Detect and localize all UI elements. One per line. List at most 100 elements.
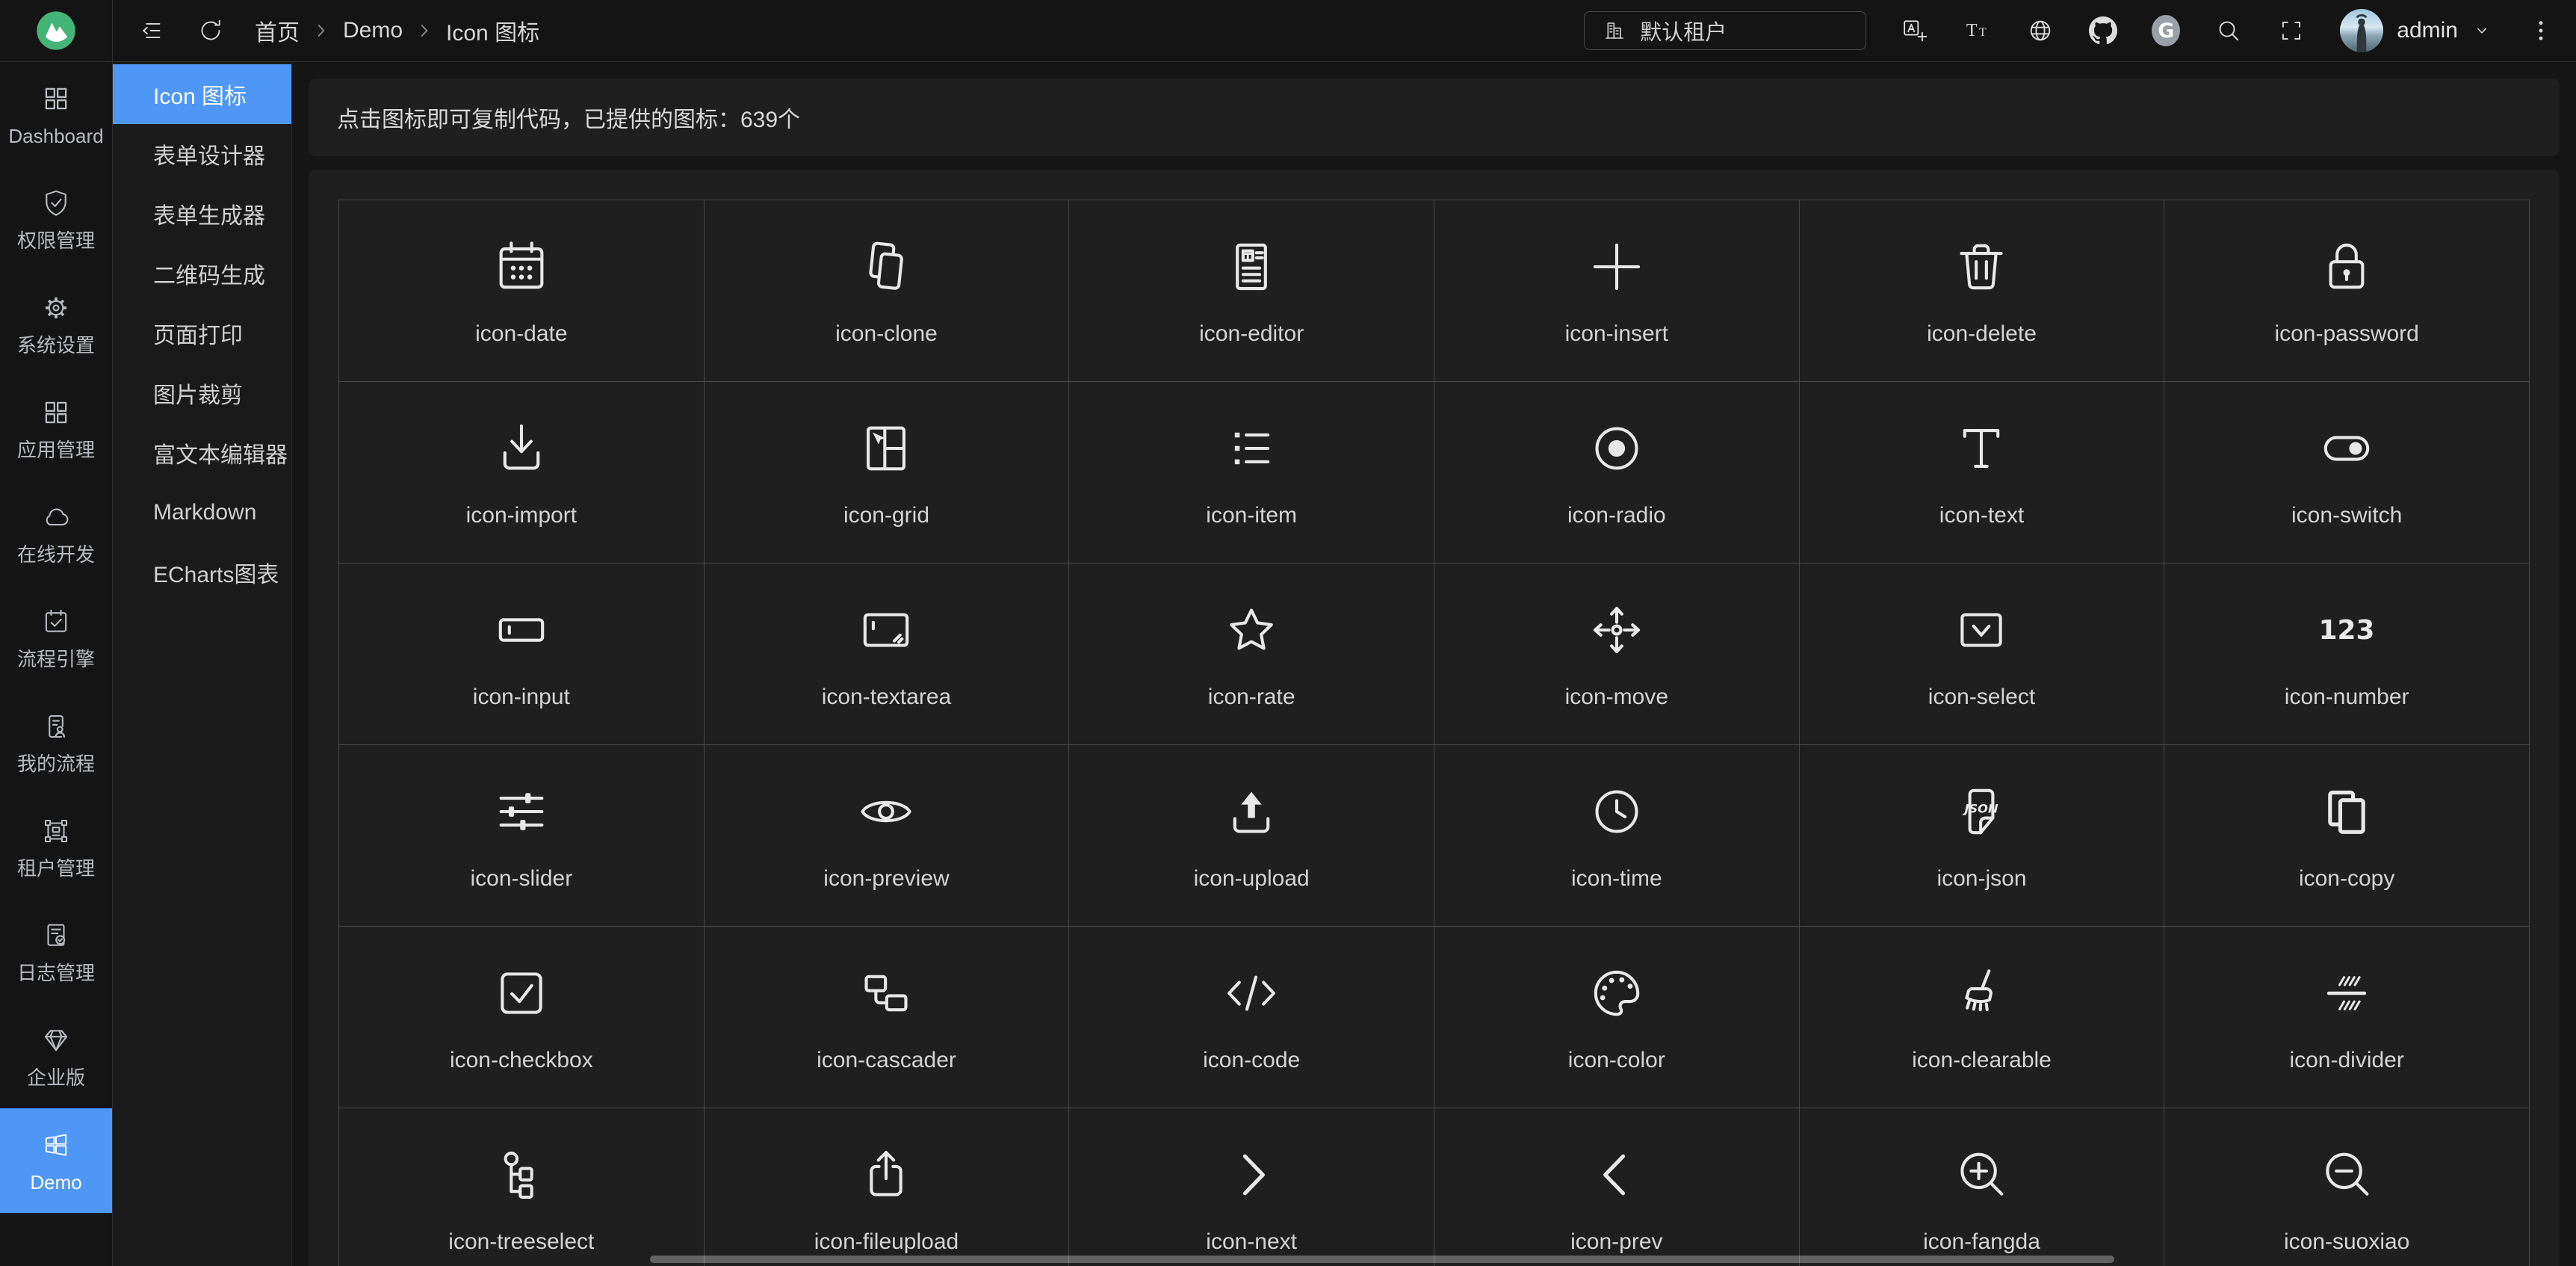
app-logo[interactable]	[0, 0, 112, 62]
icon-cell-icon-clone[interactable]: icon-clone	[705, 200, 1070, 382]
submenu-item-label: 表单生成器	[153, 197, 265, 230]
icon-cell-icon-suoxiao[interactable]: icon-suoxiao	[2164, 1108, 2530, 1266]
icon-cell-icon-radio[interactable]: icon-radio	[1434, 382, 1800, 563]
sidebar-item-my-workflow[interactable]: 我的流程	[0, 690, 112, 794]
icon-cell-icon-slider[interactable]: icon-slider	[339, 745, 705, 927]
icon-cell-icon-json[interactable]: JSONicon-json	[1800, 745, 2165, 927]
icon-cell-icon-divider[interactable]: icon-divider	[2164, 927, 2530, 1108]
icon-cell-label: icon-copy	[2299, 868, 2394, 890]
submenu-item-label: ECharts图表	[153, 556, 279, 589]
icon-cell-icon-time[interactable]: icon-time	[1434, 745, 1800, 927]
icon-cell-icon-move[interactable]: icon-move	[1434, 563, 1800, 745]
search-icon[interactable]	[2214, 16, 2243, 45]
submenu-item-label: 图片裁剪	[153, 377, 243, 410]
sidebar-item-demo[interactable]: Demo	[0, 1108, 112, 1213]
icon-cell-icon-cascader[interactable]: icon-cascader	[705, 927, 1070, 1108]
sidebar-item-permissions[interactable]: 权限管理	[0, 167, 112, 271]
svg-text:JSON: JSON	[1963, 802, 1999, 816]
icon-cell-icon-number[interactable]: 123icon-number	[2164, 563, 2530, 745]
icon-cell-icon-grid[interactable]: icon-grid	[705, 382, 1070, 563]
avatar	[2340, 9, 2383, 52]
icon-cell-icon-copy[interactable]: icon-copy	[2164, 745, 2530, 927]
icon-cell-icon-prev[interactable]: icon-prev	[1434, 1108, 1800, 1266]
icon-cell-icon-next[interactable]: icon-next	[1069, 1108, 1434, 1266]
breadcrumb-separator-icon	[415, 21, 434, 40]
horizontal-scrollbar-thumb[interactable]	[650, 1256, 2114, 1263]
user-menu[interactable]: admin	[2340, 9, 2492, 52]
fileupload-icon	[855, 1144, 917, 1205]
icon-cell-icon-color[interactable]: icon-color	[1434, 927, 1800, 1108]
editor-icon	[1221, 236, 1282, 297]
delete-icon	[1951, 236, 2012, 297]
icon-cell-icon-item[interactable]: icon-item	[1069, 382, 1434, 563]
breadcrumb-item[interactable]: Demo	[343, 18, 403, 43]
icon-cell-icon-checkbox[interactable]: icon-checkbox	[339, 927, 705, 1108]
refresh-icon[interactable]	[196, 16, 225, 45]
icon-cell-icon-import[interactable]: icon-import	[339, 382, 705, 563]
gitee-icon[interactable]: G	[2152, 16, 2180, 45]
sidebar-item-label: 权限管理	[17, 231, 95, 250]
icon-cell-label: icon-delete	[1927, 323, 2037, 345]
submenu-item-echarts[interactable]: ECharts图表	[113, 543, 291, 602]
icon-cell-icon-textarea[interactable]: icon-textarea	[705, 563, 1070, 745]
submenu-item-page-print[interactable]: 页面打印	[113, 303, 291, 363]
submenu-item-form-generator[interactable]: 表单生成器	[113, 184, 291, 244]
icon-cell-icon-date[interactable]: icon-date	[339, 200, 705, 382]
svg-text:T: T	[1979, 26, 1987, 39]
icon-cell-icon-text[interactable]: icon-text	[1800, 382, 2165, 563]
sidebar-item-log-management[interactable]: 日志管理	[0, 899, 112, 1004]
json-icon: JSON	[1951, 781, 2012, 842]
language-globe-icon[interactable]	[2026, 16, 2055, 45]
document-check-icon	[40, 920, 72, 951]
icon-cell-label: icon-input	[473, 686, 570, 708]
icon-cell-label: icon-date	[475, 323, 567, 345]
icon-cell-icon-upload[interactable]: icon-upload	[1069, 745, 1434, 927]
code-icon	[1221, 963, 1282, 1024]
icon-cell-icon-treeselect[interactable]: icon-treeselect	[339, 1108, 705, 1266]
sidebar-item-system-settings[interactable]: 系统设置	[0, 271, 112, 376]
more-menu-icon[interactable]	[2527, 16, 2555, 45]
logo-icon	[35, 10, 77, 52]
github-icon[interactable]	[2089, 16, 2117, 45]
tenant-select[interactable]: 默认租户	[1584, 11, 1866, 50]
icon-cell-icon-editor[interactable]: icon-editor	[1069, 200, 1434, 382]
sidebar-item-app-management[interactable]: 应用管理	[0, 376, 112, 481]
submenu-item-rich-text-editor[interactable]: 富文本编辑器	[113, 423, 291, 483]
submenu-item-label: Icon 图标	[153, 78, 247, 111]
submenu-item-image-crop[interactable]: 图片裁剪	[113, 363, 291, 423]
sidebar-item-dashboard[interactable]: Dashboard	[0, 62, 112, 167]
translate-icon[interactable]	[1901, 16, 1929, 45]
icon-cell-icon-preview[interactable]: icon-preview	[705, 745, 1070, 927]
font-size-icon[interactable]: TT	[1963, 16, 1992, 45]
breadcrumb-item[interactable]: Icon 图标	[446, 14, 539, 47]
icon-cell-icon-fangda[interactable]: icon-fangda	[1800, 1108, 2165, 1266]
svg-text:123: 123	[2319, 615, 2375, 646]
icon-cell-icon-password[interactable]: icon-password	[2164, 200, 2530, 382]
sidebar-item-tenant-management[interactable]: 租户管理	[0, 794, 112, 899]
icon-cell-label: icon-divider	[2289, 1049, 2403, 1072]
icon-cell-icon-insert[interactable]: icon-insert	[1434, 200, 1800, 382]
app-root: Dashboard 权限管理系统设置应用管理在线开发流程引擎我的流程租户管理日志管…	[0, 0, 2576, 1266]
icon-cell-icon-switch[interactable]: icon-switch	[2164, 382, 2530, 563]
icon-cell-icon-select[interactable]: icon-select	[1800, 563, 2165, 745]
icon-cell-label: icon-textarea	[822, 686, 951, 708]
icon-cell-icon-input[interactable]: icon-input	[339, 563, 705, 745]
icon-cell-icon-clearable[interactable]: icon-clearable	[1800, 927, 2165, 1108]
sidebar-item-workflow-engine[interactable]: 流程引擎	[0, 585, 112, 690]
icon-cell-icon-delete[interactable]: icon-delete	[1800, 200, 2165, 382]
sidebar-item-online-dev[interactable]: 在线开发	[0, 481, 112, 585]
submenu-item-form-designer[interactable]: 表单设计器	[113, 124, 291, 184]
prev-icon	[1586, 1144, 1647, 1205]
submenu-item-markdown[interactable]: Markdown	[113, 483, 291, 543]
submenu-item-icon[interactable]: Icon 图标	[113, 64, 291, 124]
icon-cell-icon-fileupload[interactable]: icon-fileupload	[705, 1108, 1070, 1266]
sidebar-collapse-icon[interactable]	[138, 16, 167, 45]
sidebar-item-label: Dashboard	[8, 126, 103, 146]
gitee-icon-letter: G	[2152, 15, 2180, 46]
sidebar-item-enterprise[interactable]: 企业版	[0, 1004, 112, 1108]
breadcrumb-item[interactable]: 首页	[255, 14, 300, 47]
icon-cell-icon-code[interactable]: icon-code	[1069, 927, 1434, 1108]
submenu-item-qrcode-generator[interactable]: 二维码生成	[113, 244, 291, 303]
fullscreen-icon[interactable]	[2277, 16, 2306, 45]
icon-cell-icon-rate[interactable]: icon-rate	[1069, 563, 1434, 745]
